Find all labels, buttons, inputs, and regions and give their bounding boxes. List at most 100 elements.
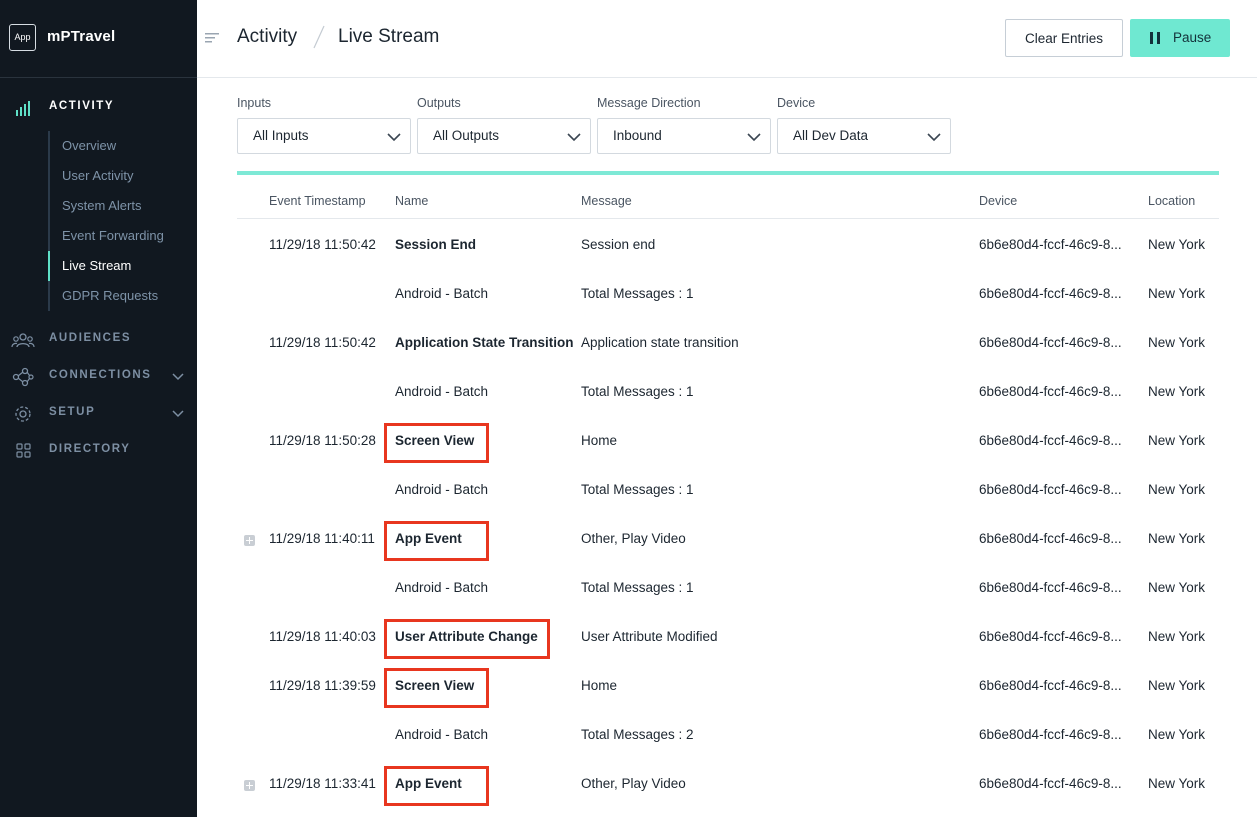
- menu-toggle-icon[interactable]: [205, 32, 219, 44]
- event-location: New York: [1148, 286, 1206, 301]
- chevron-down-icon: [567, 133, 581, 142]
- stream-status-bar: [237, 171, 1219, 175]
- event-location: New York: [1148, 433, 1206, 448]
- device-filter-label: Device: [777, 96, 816, 110]
- table-row[interactable]: Android - Batch Total Messages : 2 6b6e80d…: [237, 710, 1219, 759]
- event-timestamp: 11/29/18 11:39:59: [269, 678, 376, 693]
- event-location: New York: [1148, 629, 1206, 644]
- event-location: New York: [1148, 482, 1206, 497]
- event-timestamp: 11/29/18 11:50:28: [269, 433, 376, 448]
- column-header-timestamp: Event Timestamp: [269, 194, 366, 208]
- connections-icon: [12, 367, 34, 387]
- clear-entries-button[interactable]: Clear Entries: [1005, 19, 1123, 57]
- event-device: 6b6e80d4-fccf-46c9-8...: [979, 629, 1122, 644]
- table-row[interactable]: Android - Batch Total Messages : 1 6b6e80d…: [237, 269, 1219, 318]
- event-name: Application State Transition: [395, 335, 574, 350]
- table-row[interactable]: 11/29/18 11:40:11 App Event Other, Play Vi…: [237, 514, 1219, 563]
- nav-activity[interactable]: ACTIVITY: [0, 96, 197, 120]
- table-row[interactable]: Android - Batch Total Messages : 1 6b6e80d…: [237, 367, 1219, 416]
- app-brand[interactable]: App mPTravel: [0, 0, 197, 78]
- activity-subnav: Overview User Activity System Alerts Eve…: [48, 131, 197, 311]
- event-location: New York: [1148, 531, 1206, 546]
- page-header: Activity Live Stream Clear Entries Pause: [197, 0, 1257, 78]
- table-header-divider: [237, 218, 1219, 219]
- subnav-gdpr-requests[interactable]: GDPR Requests: [50, 281, 197, 311]
- expand-row-icon[interactable]: [244, 780, 255, 791]
- event-timestamp: 11/29/18 11:50:42: [269, 335, 376, 350]
- subnav-overview[interactable]: Overview: [50, 131, 197, 161]
- subnav-system-alerts[interactable]: System Alerts: [50, 191, 197, 221]
- event-message: Session end: [581, 237, 656, 252]
- event-location: New York: [1148, 580, 1206, 595]
- subnav-live-stream[interactable]: Live Stream: [48, 251, 197, 281]
- chevron-down-icon[interactable]: [171, 408, 185, 420]
- pause-button[interactable]: Pause: [1130, 19, 1230, 57]
- event-message: Application state transition: [581, 335, 739, 350]
- nav-setup[interactable]: SETUP: [0, 402, 197, 426]
- breadcrumb-separator: [313, 25, 325, 49]
- event-name: App Event: [395, 776, 462, 791]
- table-row[interactable]: 11/29/18 11:39:59 Screen View Home 6b6e80d4…: [237, 661, 1219, 710]
- table-row[interactable]: 11/29/18 11:50:42 Session End Session end 6…: [237, 220, 1219, 269]
- event-location: New York: [1148, 335, 1206, 350]
- expand-row-icon[interactable]: [244, 535, 255, 546]
- page-title: Live Stream: [338, 26, 440, 47]
- gear-icon: [15, 406, 31, 422]
- event-message: Home: [581, 433, 618, 448]
- event-location: New York: [1148, 237, 1206, 252]
- event-name: Session End: [395, 237, 477, 252]
- event-name: Android - Batch: [395, 482, 489, 497]
- event-device: 6b6e80d4-fccf-46c9-8...: [979, 384, 1122, 399]
- outputs-select[interactable]: All Outputs: [417, 118, 591, 154]
- message-direction-select[interactable]: Inbound: [597, 118, 771, 154]
- column-header-name: Name: [395, 194, 429, 208]
- event-message: Total Messages : 1: [581, 580, 694, 595]
- device-select-value: All Dev Data: [793, 128, 869, 143]
- device-select[interactable]: All Dev Data: [777, 118, 951, 154]
- event-message: Home: [581, 678, 618, 693]
- breadcrumb-activity[interactable]: Activity: [237, 26, 297, 48]
- nav-directory-label: DIRECTORY: [49, 443, 131, 455]
- chevron-down-icon: [927, 133, 941, 142]
- event-name: Android - Batch: [395, 286, 489, 301]
- event-name: Screen View: [395, 433, 475, 448]
- event-message: Other, Play Video: [581, 776, 686, 791]
- event-device: 6b6e80d4-fccf-46c9-8...: [979, 531, 1122, 546]
- event-timestamp: 11/29/18 11:33:41: [269, 776, 376, 791]
- inputs-select[interactable]: All Inputs: [237, 118, 411, 154]
- event-name: App Event: [395, 531, 462, 546]
- nav-activity-label: ACTIVITY: [49, 100, 115, 112]
- table-row[interactable]: Android - Batch Total Messages : 1 6b6e80d…: [237, 563, 1219, 612]
- event-device: 6b6e80d4-fccf-46c9-8...: [979, 286, 1122, 301]
- table-row[interactable]: 11/29/18 11:50:42 Application State Trans…: [237, 318, 1219, 367]
- event-device: 6b6e80d4-fccf-46c9-8...: [979, 433, 1122, 448]
- table-row[interactable]: 11/29/18 11:33:41 App Event Other, Play Vi…: [237, 759, 1219, 808]
- nav-connections[interactable]: CONNECTIONS: [0, 365, 197, 389]
- column-header-message: Message: [581, 194, 632, 208]
- subnav-user-activity[interactable]: User Activity: [50, 161, 197, 191]
- event-device: 6b6e80d4-fccf-46c9-8...: [979, 727, 1122, 742]
- nav-audiences[interactable]: AUDIENCES: [0, 328, 197, 352]
- nav-connections-label: CONNECTIONS: [49, 369, 152, 381]
- column-header-device: Device: [979, 194, 1018, 208]
- event-device: 6b6e80d4-fccf-46c9-8...: [979, 482, 1122, 497]
- table-row[interactable]: 11/29/18 11:40:03 User Attribute Change Us…: [237, 612, 1219, 661]
- event-timestamp: 11/29/18 11:40:11: [269, 531, 375, 546]
- table-row[interactable]: 11/29/18 11:50:28 Screen View Home 6b6e80d4…: [237, 416, 1219, 465]
- inputs-select-value: All Inputs: [253, 128, 309, 143]
- message-direction-filter-label: Message Direction: [597, 96, 701, 110]
- chevron-down-icon[interactable]: [171, 371, 185, 383]
- event-location: New York: [1148, 678, 1206, 693]
- event-location: New York: [1148, 727, 1206, 742]
- table-row[interactable]: Android - Batch Total Messages : 1 6b6e80d…: [237, 465, 1219, 514]
- event-location: New York: [1148, 776, 1206, 791]
- pause-icon: [1150, 32, 1160, 44]
- event-message: Total Messages : 2: [581, 727, 694, 742]
- nav-directory[interactable]: DIRECTORY: [0, 439, 197, 463]
- event-name: Screen View: [395, 678, 475, 693]
- subnav-event-forwarding[interactable]: Event Forwarding: [50, 221, 197, 251]
- event-device: 6b6e80d4-fccf-46c9-8...: [979, 776, 1122, 791]
- app-name: mPTravel: [47, 28, 116, 45]
- app-logo-badge: App: [9, 24, 36, 51]
- chevron-down-icon: [387, 133, 401, 142]
